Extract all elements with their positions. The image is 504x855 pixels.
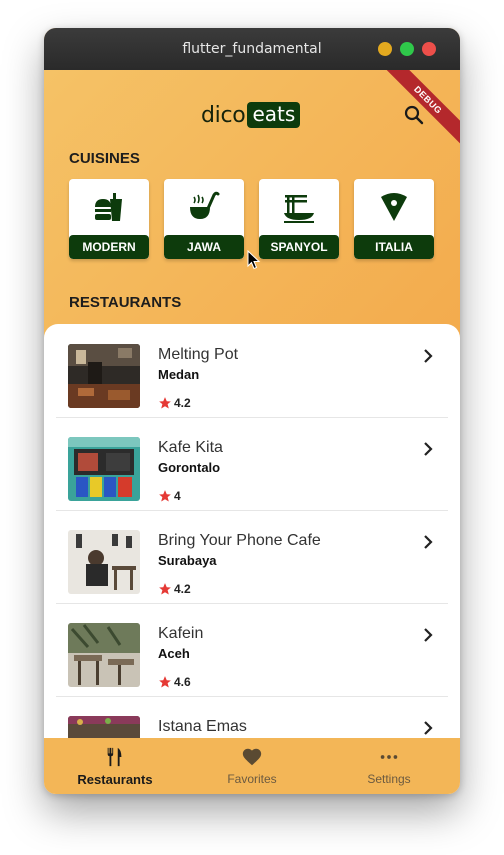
restaurant-thumbnail xyxy=(68,344,140,408)
restaurant-thumbnail xyxy=(68,437,140,501)
heart-icon xyxy=(242,748,262,766)
soup-ladle-icon xyxy=(190,191,220,219)
nav-label: Favorites xyxy=(227,772,277,786)
restaurant-row[interactable]: Melting Pot Medan 4.2 xyxy=(56,324,448,418)
nav-settings[interactable]: Settings xyxy=(320,738,458,794)
restaurant-rating: 4.2 xyxy=(158,582,191,596)
chevron-right-icon[interactable] xyxy=(420,441,436,457)
restaurant-row[interactable]: Bring Your Phone Cafe Surabaya 4.2 xyxy=(56,510,448,604)
cuisine-card-spanyol[interactable]: SPANYOL xyxy=(259,179,339,259)
chevron-right-icon[interactable] xyxy=(420,720,436,736)
cuisine-card-modern[interactable]: MODERN xyxy=(69,179,149,259)
star-icon xyxy=(159,490,171,502)
rating-value: 4.2 xyxy=(174,582,191,596)
restaurant-name: Kafe Kita xyxy=(158,439,223,456)
nav-label: Restaurants xyxy=(77,772,153,787)
restaurant-city: Aceh xyxy=(158,646,190,661)
logo-part-1: dico xyxy=(201,102,246,128)
app-logo: dico eats xyxy=(201,102,301,128)
star-icon xyxy=(159,676,171,688)
title-bar[interactable]: flutter_fundamental xyxy=(44,28,460,71)
pizza-slice-icon xyxy=(381,193,407,221)
bottom-navigation: Restaurants Favorites Settings xyxy=(44,738,460,794)
restaurant-name: Melting Pot xyxy=(158,346,239,363)
close-button[interactable] xyxy=(422,42,436,56)
cuisine-label: ITALIA xyxy=(354,235,434,259)
logo-part-2: eats xyxy=(247,102,301,128)
chevron-right-icon[interactable] xyxy=(420,627,436,643)
nav-favorites[interactable]: Favorites xyxy=(183,738,321,794)
cuisine-label: JAWA xyxy=(164,235,244,259)
cuisine-card-jawa[interactable]: JAWA xyxy=(164,179,244,259)
star-icon xyxy=(159,397,171,409)
restaurant-name: Istana Emas xyxy=(158,718,247,735)
restaurant-thumbnail xyxy=(68,530,140,594)
minimize-button[interactable] xyxy=(378,42,392,56)
app-window: flutter_fundamental DEBUG dico eats CUIS… xyxy=(44,28,460,794)
more-horizontal-icon xyxy=(380,755,398,759)
restaurant-city: Gorontalo xyxy=(158,460,221,475)
restaurant-row[interactable]: Kafein Aceh 4.6 xyxy=(56,603,448,697)
cuisine-label: SPANYOL xyxy=(259,235,339,259)
restaurant-list[interactable]: Melting Pot Medan 4.2 Kafe Kita Gorontal… xyxy=(44,324,460,794)
chevron-right-icon[interactable] xyxy=(420,348,436,364)
maximize-button[interactable] xyxy=(400,42,414,56)
restaurant-city: Surabaya xyxy=(158,553,217,568)
cuisine-label: MODERN xyxy=(69,235,149,259)
star-icon xyxy=(159,583,171,595)
cuisines-heading: CUISINES xyxy=(69,150,140,167)
rating-value: 4 xyxy=(174,489,181,503)
restaurant-rating: 4.2 xyxy=(158,396,191,410)
restaurant-name: Bring Your Phone Cafe xyxy=(158,532,321,549)
restaurant-rating: 4 xyxy=(158,489,181,503)
restaurant-row[interactable]: Kafe Kita Gorontalo 4 xyxy=(56,417,448,511)
fork-knife-icon xyxy=(107,747,122,767)
restaurant-thumbnail xyxy=(68,623,140,687)
search-icon[interactable] xyxy=(402,103,426,127)
restaurant-city: Medan xyxy=(158,367,200,382)
mouse-cursor-icon xyxy=(247,250,261,270)
chevron-right-icon[interactable] xyxy=(420,534,436,550)
app-body: DEBUG dico eats CUISINES MODERN JAWA SPA… xyxy=(44,70,460,794)
restaurant-rating: 4.6 xyxy=(158,675,191,689)
cuisine-card-italia[interactable]: ITALIA xyxy=(354,179,434,259)
burger-drink-icon xyxy=(95,193,122,221)
noodle-bowl-icon xyxy=(284,195,314,223)
nav-label: Settings xyxy=(367,772,411,786)
window-title: flutter_fundamental xyxy=(182,41,322,57)
restaurants-heading: RESTAURANTS xyxy=(69,294,182,311)
nav-restaurants[interactable]: Restaurants xyxy=(46,738,184,794)
rating-value: 4.2 xyxy=(174,396,191,410)
restaurant-name: Kafein xyxy=(158,625,204,642)
rating-value: 4.6 xyxy=(174,675,191,689)
